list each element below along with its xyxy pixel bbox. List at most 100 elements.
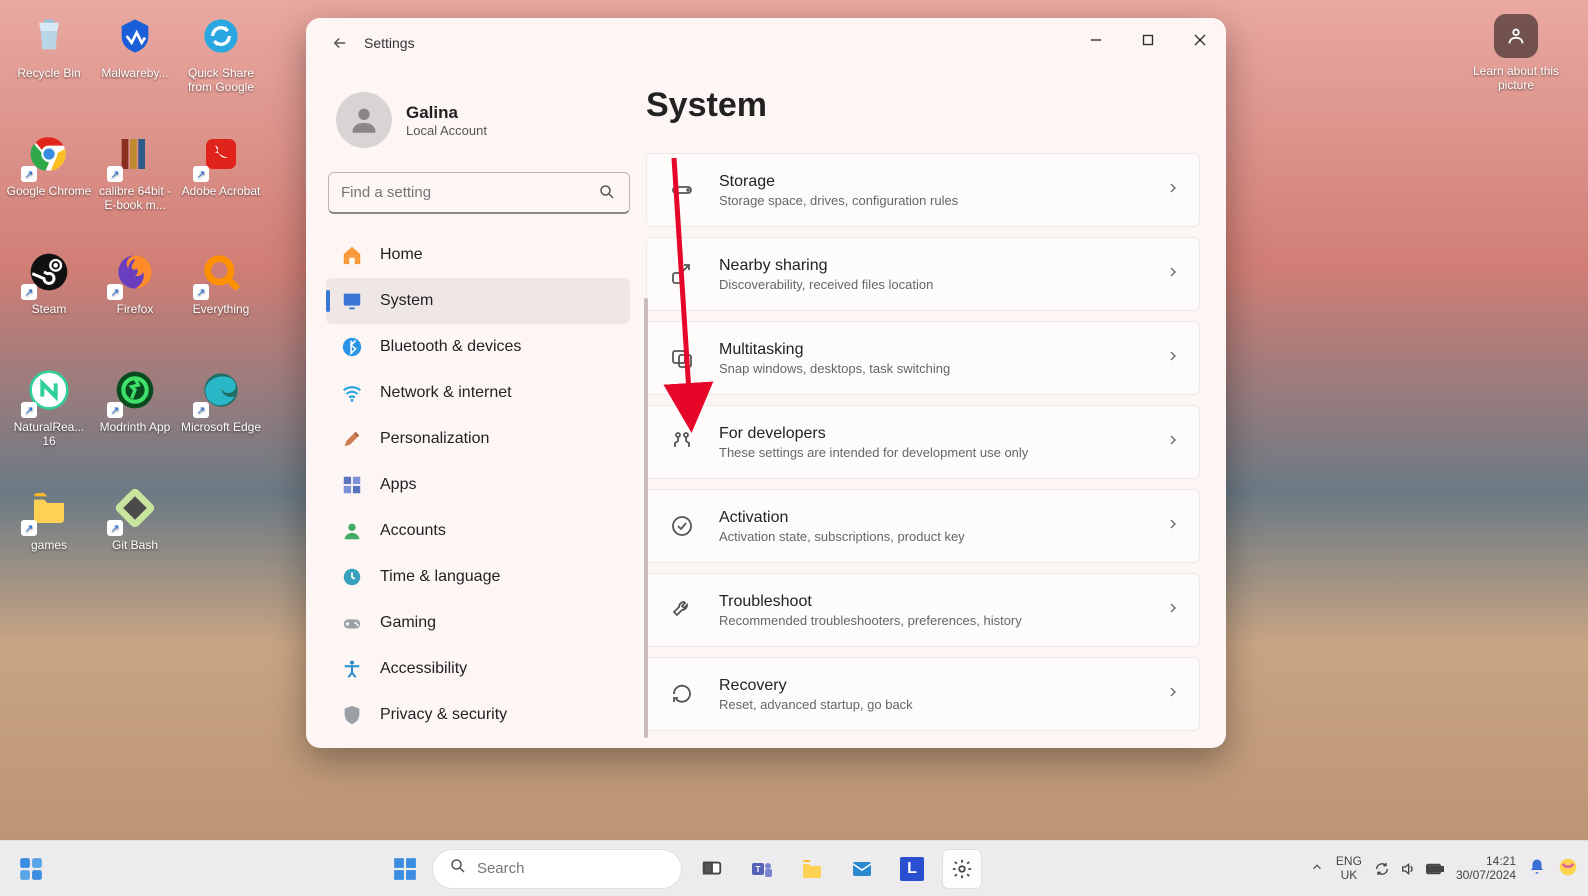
books-icon <box>111 130 159 178</box>
nav-accessibility[interactable]: Accessibility <box>326 646 630 692</box>
language-indicator[interactable]: ENG UK <box>1336 855 1362 881</box>
desktop-icon-recycle[interactable]: Recycle Bin <box>6 10 92 128</box>
multitask-icon <box>667 343 697 373</box>
nav-system[interactable]: System <box>326 278 630 324</box>
desktop-icon-steam[interactable]: Steam <box>6 246 92 364</box>
desktop-icon-acrobat[interactable]: Adobe Acrobat <box>178 128 264 246</box>
tray-chevron-icon[interactable] <box>1310 860 1324 877</box>
desktop-icon-qs[interactable]: Quick Share from Google <box>178 10 264 128</box>
profile[interactable]: Galina Local Account <box>326 68 646 166</box>
window-controls <box>1070 18 1226 62</box>
desktop-icon-modrinth[interactable]: Modrinth App <box>92 364 178 482</box>
taskbar-search[interactable]: Search <box>432 849 682 889</box>
notifications-button[interactable] <box>1528 858 1546 879</box>
nav-apps[interactable]: Apps <box>326 462 630 508</box>
taskbar-search-placeholder: Search <box>477 860 525 877</box>
desktop-icon-firefox[interactable]: Firefox <box>92 246 178 364</box>
start-button[interactable] <box>388 852 422 886</box>
nav-network[interactable]: Network & internet <box>326 370 630 416</box>
nav-label: Accessibility <box>380 660 467 678</box>
mail-button[interactable] <box>842 849 882 889</box>
card-subtitle: Recommended troubleshooters, preferences… <box>719 613 1165 628</box>
settings-taskbar-button[interactable] <box>942 849 982 889</box>
desktop-icon-mb[interactable]: Malwareby... <box>92 10 178 128</box>
battery-icon <box>1426 862 1444 876</box>
desktop-icon-folder[interactable]: games <box>6 482 92 600</box>
nav-home[interactable]: Home <box>326 232 630 278</box>
card-multitask[interactable]: Multitasking Snap windows, desktops, tas… <box>646 321 1200 395</box>
explorer-button[interactable] <box>792 849 832 889</box>
search-container <box>328 172 630 214</box>
nav-personalization[interactable]: Personalization <box>326 416 630 462</box>
network-icon <box>340 381 364 405</box>
card-recovery[interactable]: Recovery Reset, advanced startup, go bac… <box>646 657 1200 731</box>
desktop-icon-everything[interactable]: Everything <box>178 246 264 364</box>
card-developers[interactable]: For developers These settings are intend… <box>646 405 1200 479</box>
close-button[interactable] <box>1174 18 1226 62</box>
card-subtitle: These settings are intended for developm… <box>719 445 1165 460</box>
desktop-icon-label: Everything <box>193 302 250 316</box>
svg-text:T: T <box>756 865 761 874</box>
mb-icon <box>111 12 159 60</box>
nav-accounts[interactable]: Accounts <box>326 508 630 554</box>
nav-bluetooth[interactable]: Bluetooth & devices <box>326 324 630 370</box>
copilot-button[interactable] <box>1558 857 1578 880</box>
nav-privacy[interactable]: Privacy & security <box>326 692 630 738</box>
desktop-icon-gitbash[interactable]: Git Bash <box>92 482 178 600</box>
gitbash-icon <box>111 484 159 532</box>
window-title: Settings <box>364 35 415 51</box>
steam-icon <box>25 248 73 296</box>
card-title: For developers <box>719 425 1165 443</box>
titlebar: Settings <box>306 18 1226 68</box>
card-subtitle: Snap windows, desktops, task switching <box>719 361 1165 376</box>
system-icon <box>340 289 364 313</box>
card-text: Activation Activation state, subscriptio… <box>719 509 1165 544</box>
desktop-icon-books[interactable]: calibre 64bit - E-book m... <box>92 128 178 246</box>
chevron-right-icon <box>1165 180 1181 201</box>
everything-icon <box>197 248 245 296</box>
card-storage[interactable]: Storage Storage space, drives, configura… <box>646 153 1200 227</box>
card-title: Activation <box>719 509 1165 527</box>
nearby-icon <box>667 259 697 289</box>
back-button[interactable] <box>326 29 354 57</box>
nav-label: Home <box>380 246 423 264</box>
activation-icon <box>667 511 697 541</box>
nav-time[interactable]: Time & language <box>326 554 630 600</box>
card-text: Storage Storage space, drives, configura… <box>719 173 1165 208</box>
nav-label: System <box>380 292 433 310</box>
teams-button[interactable]: T <box>742 849 782 889</box>
search-input[interactable] <box>328 172 630 214</box>
desktop-icon-chrome[interactable]: Google Chrome <box>6 128 92 246</box>
maximize-button[interactable] <box>1122 18 1174 62</box>
nav-label: Network & internet <box>380 384 512 402</box>
card-text: Troubleshoot Recommended troubleshooters… <box>719 593 1165 628</box>
edge-icon <box>197 366 245 414</box>
app-l-button[interactable]: L <box>892 849 932 889</box>
desktop-icon-label: games <box>31 538 67 552</box>
home-icon <box>340 243 364 267</box>
chevron-right-icon <box>1165 348 1181 369</box>
desktop-icon-nr[interactable]: NaturalRea... 16 <box>6 364 92 482</box>
settings-window: Settings Galina Local Account <box>306 18 1226 748</box>
privacy-icon <box>340 703 364 727</box>
nav-gaming[interactable]: Gaming <box>326 600 630 646</box>
learn-about-picture-button[interactable]: Learn about this picture <box>1466 14 1566 92</box>
card-nearby[interactable]: Nearby sharing Discoverability, received… <box>646 237 1200 311</box>
card-activation[interactable]: Activation Activation state, subscriptio… <box>646 489 1200 563</box>
bluetooth-icon <box>340 335 364 359</box>
desktop-icons: Recycle BinMalwareby...Quick Share from … <box>6 10 276 600</box>
minimize-button[interactable] <box>1070 18 1122 62</box>
nav-label: Personalization <box>380 430 489 448</box>
accounts-icon <box>340 519 364 543</box>
task-view-button[interactable] <box>692 849 732 889</box>
picture-info-icon <box>1494 14 1538 58</box>
widgets-button[interactable] <box>14 852 48 886</box>
card-text: Multitasking Snap windows, desktops, tas… <box>719 341 1165 376</box>
clock[interactable]: 14:21 30/07/2024 <box>1456 855 1516 883</box>
sidebar-scrollbar[interactable] <box>644 298 648 738</box>
tray-icons[interactable] <box>1374 861 1444 877</box>
desktop-icon-edge[interactable]: Microsoft Edge <box>178 364 264 482</box>
card-troubleshoot[interactable]: Troubleshoot Recommended troubleshooters… <box>646 573 1200 647</box>
apps-icon <box>340 473 364 497</box>
desktop-icon-label: Quick Share from Google <box>178 66 264 94</box>
